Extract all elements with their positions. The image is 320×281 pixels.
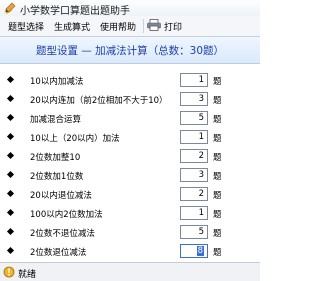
bullet-icon [6,94,15,103]
unit-label: 题 [213,210,222,220]
question-type-list: 10以内加减法 1 题 20以内连加（前2位相加不大于10） 3 题 加减混合运… [0,72,260,262]
status-bar: 就绪 [0,262,260,281]
row-label: 100以内2位数加法 [30,210,103,220]
quantity-input[interactable]: 1 [180,73,208,87]
menu-divider [143,19,144,33]
menu-bar: 题型选择 生成算式 使用帮助 打印 [0,16,260,37]
row-label: 2位数不退位减法 [30,229,95,239]
list-item: 2位数加整10 2 题 [0,148,260,167]
bullet-icon [6,246,15,255]
list-item: 加减混合运算 5 题 [0,110,260,129]
list-item: 2位数退位减法 8 题 [0,243,260,262]
pencil-icon [4,2,16,14]
menu-help[interactable]: 使用帮助 [100,20,136,33]
menu-question-type[interactable]: 题型选择 [8,20,44,33]
list-item: 10以内加减法 1 题 [0,72,260,91]
bullet-icon [6,227,15,236]
status-icon [3,266,15,278]
row-label: 10以内加减法 [30,77,84,87]
bullet-icon [6,113,15,122]
unit-label: 题 [213,77,222,87]
quantity-input[interactable]: 1 [180,130,208,144]
menu-generate[interactable]: 生成算式 [54,20,90,33]
unit-label: 题 [213,248,222,258]
title-bar: 小学数学口算题出题助手 [0,0,260,17]
row-label: 加减混合运算 [30,115,82,125]
unit-label: 题 [213,172,222,182]
unit-label: 题 [213,96,222,106]
unit-label: 题 [213,229,222,239]
quantity-input[interactable]: 5 [180,111,208,125]
list-item: 20以内退位减法 2 题 [0,186,260,205]
unit-label: 题 [213,115,222,125]
bullet-icon [6,170,15,179]
quantity-input[interactable]: 8 [180,244,208,258]
unit-label: 题 [213,153,222,163]
unit-label: 题 [213,191,222,201]
list-item: 20以内连加（前2位相加不大于10） 3 题 [0,91,260,110]
printer-icon [147,19,161,31]
bullet-icon [6,75,15,84]
row-label: 20以内连加（前2位相加不大于10） [30,96,168,106]
quantity-input[interactable]: 2 [180,149,208,163]
print-label: 打印 [164,23,183,33]
list-item: 2位数加1位数 3 题 [0,167,260,186]
list-item: 2位数不退位减法 5 题 [0,224,260,243]
print-button[interactable]: 打印 [147,18,187,33]
bullet-icon [6,132,15,141]
bullet-icon [6,151,15,160]
row-label: 2位数加整10 [30,153,81,163]
settings-header: 题型设置 — 加减法计算（总数：30题） [35,45,225,57]
bullet-icon [6,189,15,198]
bullet-icon [6,208,15,217]
row-label: 10以上（20以内）加法 [30,134,120,144]
quantity-input[interactable]: 5 [180,225,208,239]
row-label: 2位数加1位数 [30,172,84,182]
header-band: 题型设置 — 加减法计算（总数：30题） [0,37,260,64]
quantity-input[interactable]: 3 [180,168,208,182]
status-text: 就绪 [18,270,37,280]
list-item: 10以上（20以内）加法 1 题 [0,129,260,148]
unit-label: 题 [213,134,222,144]
window-title: 小学数学口算题出题助手 [20,6,130,17]
quantity-input[interactable]: 3 [180,92,208,106]
list-item: 100以内2位数加法 1 题 [0,205,260,224]
row-label: 2位数退位减法 [30,248,87,258]
quantity-input[interactable]: 1 [180,206,208,220]
row-label: 20以内退位减法 [30,191,92,201]
quantity-input[interactable]: 2 [180,187,208,201]
